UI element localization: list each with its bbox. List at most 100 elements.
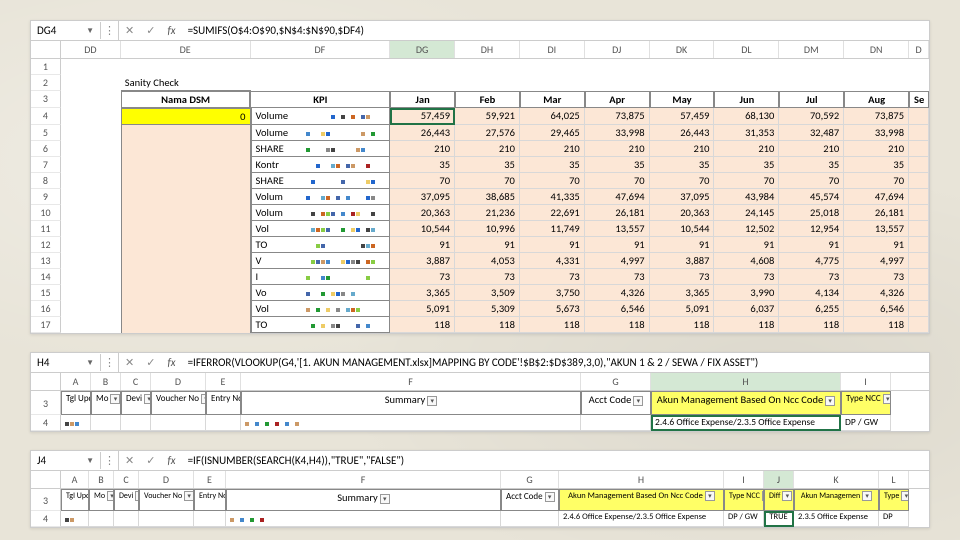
data-cell[interactable]: 3,365 (650, 285, 715, 301)
data-cell[interactable]: 38,685 (455, 189, 520, 205)
filter-icon[interactable]: ▾ (380, 494, 390, 504)
data-cell[interactable]: 70 (520, 173, 585, 189)
data-cell[interactable]: 73 (844, 269, 909, 285)
data-cell[interactable]: 6,255 (779, 301, 844, 317)
col-DH[interactable]: DH (455, 41, 520, 58)
fx-icon[interactable]: fx (161, 454, 181, 467)
data-cell[interactable]: 70 (455, 173, 520, 189)
data-cell[interactable]: 47,694 (844, 189, 909, 205)
data-cell[interactable]: 37,095 (390, 189, 455, 205)
data-cell[interactable]: 4,775 (779, 253, 844, 269)
col-DK[interactable]: DK (650, 41, 715, 58)
data-cell[interactable]: 70 (585, 173, 650, 189)
data-cell[interactable]: 35 (455, 157, 520, 173)
data-cell[interactable]: 4,053 (455, 253, 520, 269)
data-cell[interactable]: 6,546 (844, 301, 909, 317)
row-3[interactable]: 3 (31, 91, 61, 108)
data-cell[interactable]: 118 (390, 317, 455, 333)
data-cell[interactable]: 35 (714, 157, 779, 173)
data-cell[interactable]: 210 (714, 141, 779, 157)
data-cell[interactable]: 5,309 (455, 301, 520, 317)
kpi-cell[interactable]: TO (251, 317, 391, 333)
data-cell[interactable]: 4,326 (844, 285, 909, 301)
kpi-cell[interactable]: Vol (251, 221, 391, 237)
data-cell[interactable]: 20,363 (390, 205, 455, 221)
data-cell[interactable]: 118 (844, 317, 909, 333)
row-14[interactable]: 14 (31, 269, 61, 285)
data-cell[interactable]: 118 (650, 317, 715, 333)
data-cell[interactable]: 33,998 (585, 125, 650, 141)
hdr-feb[interactable]: Feb (455, 91, 520, 108)
row-11[interactable]: 11 (31, 221, 61, 237)
data-cell[interactable]: 10,544 (390, 221, 455, 237)
row-16[interactable]: 16 (31, 301, 61, 317)
formula-input[interactable]: =SUMIFS(O$4:O$90,$N$4:$N$90,$DF4) (182, 22, 929, 39)
formula-input-3[interactable]: =IF(ISNUMBER(SEARCH(K4,H4)),"TRUE","FALS… (182, 452, 929, 469)
data-cell[interactable]: 35 (390, 157, 455, 173)
data-cell[interactable]: 210 (779, 141, 844, 157)
data-cell[interactable]: 27,576 (455, 125, 520, 141)
cell-akun-value[interactable]: 2.4.6 Office Expense/2.3.5 Office Expens… (651, 415, 841, 431)
name-box-3[interactable]: J4▼ (31, 452, 101, 469)
data-cell[interactable]: 118 (520, 317, 585, 333)
col-DF[interactable]: DF (251, 41, 391, 58)
data-cell[interactable]: 118 (779, 317, 844, 333)
data-cell[interactable]: 35 (585, 157, 650, 173)
hdr-aug[interactable]: Aug (844, 91, 909, 108)
col-DJ[interactable]: DJ (585, 41, 650, 58)
data-cell[interactable]: 70 (844, 173, 909, 189)
data-cell[interactable]: 45,574 (779, 189, 844, 205)
hdr-kpi[interactable]: KPI (250, 91, 390, 108)
data-cell[interactable]: 210 (520, 141, 585, 157)
data-cell[interactable]: 43,984 (714, 189, 779, 205)
data-cell[interactable]: 91 (779, 237, 844, 253)
data-cell[interactable]: 70 (650, 173, 715, 189)
data-cell[interactable]: 41,335 (520, 189, 585, 205)
row-6[interactable]: 6 (31, 141, 61, 157)
data-cell[interactable]: 31,353 (714, 125, 779, 141)
name-box-2[interactable]: H4▼ (31, 354, 101, 371)
data-cell[interactable]: 91 (714, 237, 779, 253)
data-cell[interactable]: 37,095 (650, 189, 715, 205)
row-15[interactable]: 15 (31, 285, 61, 301)
hdr-jan[interactable]: Jan (390, 91, 455, 108)
data-cell[interactable]: 4,997 (585, 253, 650, 269)
col-DN[interactable]: DN (844, 41, 909, 58)
col-DD[interactable]: DD (61, 41, 121, 58)
data-cell[interactable]: 73 (455, 269, 520, 285)
filter-icon[interactable]: ▾ (825, 396, 835, 406)
filter-icon[interactable]: ▾ (901, 491, 909, 501)
data-cell[interactable]: 4,326 (585, 285, 650, 301)
hdr-akun-mgmt[interactable]: Akun Management Based On Ncc Code▾ (651, 391, 841, 415)
data-cell[interactable]: 5,091 (390, 301, 455, 317)
data-cell[interactable]: 13,557 (844, 221, 909, 237)
data-cell[interactable]: 73 (650, 269, 715, 285)
hdr-apr[interactable]: Apr (585, 91, 650, 108)
col-DM[interactable]: DM (779, 41, 844, 58)
row-8[interactable]: 8 (31, 173, 61, 189)
filter-icon[interactable]: ▾ (110, 394, 120, 404)
data-cell[interactable]: 20,363 (650, 205, 715, 221)
data-cell[interactable]: 4,997 (844, 253, 909, 269)
row-10[interactable]: 10 (31, 205, 61, 221)
col-next[interactable]: D (909, 41, 929, 58)
hdr-may[interactable]: May (650, 91, 715, 108)
hdr-nama-dsm[interactable]: Nama DSM (121, 91, 251, 108)
data-cell[interactable]: 73,875 (585, 108, 650, 125)
col-DE[interactable]: DE (121, 41, 251, 58)
data-cell[interactable]: 21,236 (455, 205, 520, 221)
data-cell[interactable]: 3,887 (390, 253, 455, 269)
hdr-mar[interactable]: Mar (520, 91, 585, 108)
data-cell[interactable]: 32,487 (779, 125, 844, 141)
data-cell[interactable]: 118 (585, 317, 650, 333)
sanity-check-title[interactable]: Sanity Check (121, 75, 251, 91)
row-4[interactable]: 4 (31, 108, 61, 125)
hdr-jul[interactable]: Jul (779, 91, 844, 108)
data-cell[interactable]: 73 (390, 269, 455, 285)
data-cell[interactable]: 70 (390, 173, 455, 189)
data-cell[interactable]: 91 (650, 237, 715, 253)
col-DL[interactable]: DL (714, 41, 779, 58)
data-cell[interactable]: 91 (455, 237, 520, 253)
filter-icon[interactable]: ▾ (705, 491, 715, 501)
row-17[interactable]: 17 (31, 317, 61, 333)
